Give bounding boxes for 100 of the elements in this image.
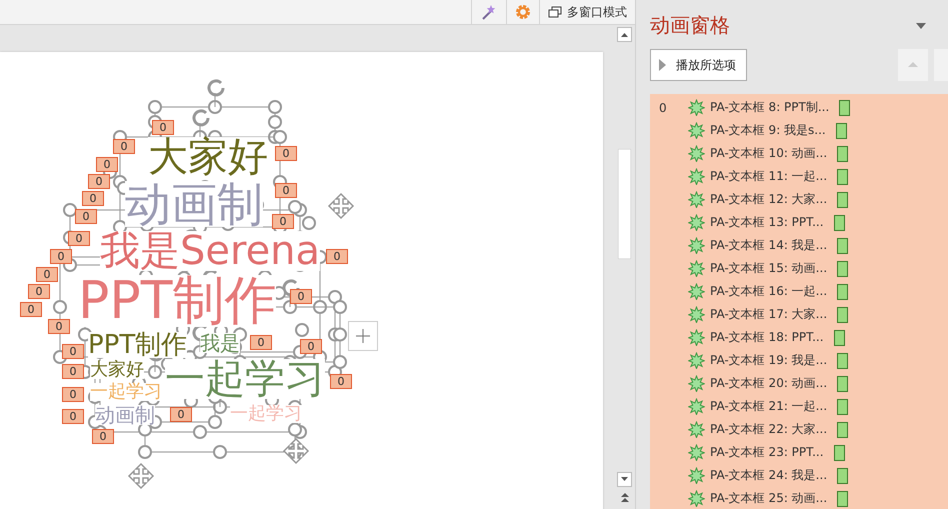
animation-list-item[interactable]: PA-文本框 20: 动画... xyxy=(650,372,948,395)
animation-label: PA-文本框 10: 动画... xyxy=(710,145,828,162)
scroll-down-button[interactable] xyxy=(617,472,632,487)
animation-order-tag[interactable]: 0 xyxy=(62,364,84,379)
play-selected-button[interactable]: 播放所选项 xyxy=(650,49,747,81)
star-burst-icon xyxy=(688,490,705,507)
move-up-button[interactable] xyxy=(898,49,928,81)
animation-label: PA-文本框 24: 我是... xyxy=(710,467,828,484)
star-burst-icon xyxy=(688,145,705,162)
animation-order-tag[interactable]: 0 xyxy=(300,339,322,354)
animation-label: PA-文本框 22: 大家... xyxy=(710,421,828,438)
slide-text: 我是 xyxy=(200,333,240,353)
animation-order-tag[interactable]: 0 xyxy=(36,267,58,282)
animation-list-item[interactable]: PA-文本框 13: PPT... xyxy=(650,211,948,234)
animation-order-tag[interactable]: 0 xyxy=(88,174,110,189)
star-burst-icon xyxy=(688,467,705,484)
star-burst-icon xyxy=(688,214,705,231)
slide-text: PPT制作 xyxy=(88,332,188,358)
animation-list-item[interactable]: PA-文本框 21: 一起... xyxy=(650,395,948,418)
timing-bar xyxy=(837,168,848,184)
animation-label: PA-文本框 8: PPT制... xyxy=(710,99,830,116)
animation-list-item[interactable]: PA-文本框 15: 动画... xyxy=(650,257,948,280)
animation-order-tag[interactable]: 0 xyxy=(152,120,174,135)
star-burst-icon xyxy=(688,306,705,323)
animation-order-tag[interactable]: 0 xyxy=(68,231,90,246)
animation-list-item[interactable]: PA-文本框 24: 我是... xyxy=(650,464,948,487)
star-burst-icon xyxy=(688,398,705,415)
animation-order-tag[interactable]: 0 xyxy=(62,409,84,424)
animation-order-tag[interactable]: 0 xyxy=(275,146,297,161)
animation-order-tag[interactable]: 0 xyxy=(113,139,135,154)
animation-order-tag[interactable]: 0 xyxy=(326,249,348,264)
animation-order-tag[interactable]: 0 xyxy=(75,209,97,224)
slide-text: 大家好 xyxy=(148,137,268,177)
timing-bar xyxy=(837,192,848,208)
animation-list-item[interactable]: PA-文本框 17: 大家... xyxy=(650,303,948,326)
animation-order-tag[interactable]: 0 xyxy=(62,387,84,402)
animation-list-item[interactable]: PA-文本框 12: 大家... xyxy=(650,188,948,211)
animation-order-tag[interactable]: 0 xyxy=(20,302,42,317)
animation-list-item[interactable]: PA-文本框 18: PPT... xyxy=(650,326,948,349)
scrollbar-thumb[interactable] xyxy=(618,149,631,259)
slide-text: 一起学习 xyxy=(230,405,302,423)
timing-bar xyxy=(834,214,845,230)
slide-text: 一起学习 xyxy=(165,359,325,399)
animation-label: PA-文本框 14: 我是... xyxy=(710,237,828,254)
animation-label: PA-文本框 21: 一起... xyxy=(710,398,828,415)
timing-bar xyxy=(837,284,848,300)
animation-order-tag[interactable]: 0 xyxy=(48,319,70,334)
timing-bar xyxy=(834,444,845,460)
animation-list-item[interactable]: PA-文本框 19: 我是... xyxy=(650,349,948,372)
animation-label: PA-文本框 13: PPT... xyxy=(710,214,824,231)
previous-slide-icon[interactable] xyxy=(620,491,630,503)
timing-bar xyxy=(837,422,848,438)
timing-bar xyxy=(837,398,848,414)
animation-label: PA-文本框 18: PPT... xyxy=(710,329,824,346)
animation-order-tag[interactable]: 0 xyxy=(290,289,312,304)
animation-list-item[interactable]: PA-文本框 10: 动画... xyxy=(650,142,948,165)
timing-bar xyxy=(837,352,848,368)
star-burst-icon xyxy=(688,191,705,208)
animation-order-tag[interactable]: 0 xyxy=(50,249,72,264)
animation-order-tag[interactable]: 0 xyxy=(275,183,297,198)
animation-list-item[interactable]: PA-文本框 16: 一起... xyxy=(650,280,948,303)
animation-order-tag[interactable]: 0 xyxy=(96,157,118,172)
animation-order-tag[interactable]: 0 xyxy=(250,335,272,350)
timing-bar xyxy=(839,100,850,116)
play-icon xyxy=(659,59,666,71)
animation-order-tag[interactable]: 0 xyxy=(82,191,104,206)
animation-order-tag[interactable]: 0 xyxy=(28,284,50,299)
timing-bar xyxy=(837,238,848,254)
animation-list-item[interactable]: PA-文本框 25: 动画... xyxy=(650,487,948,509)
star-burst-icon xyxy=(688,421,705,438)
slide-text: 大家好 xyxy=(90,361,144,379)
multi-window-button[interactable]: 多窗口模式 xyxy=(539,0,635,24)
animation-list-item[interactable]: PA-文本框 9: 我是s... xyxy=(650,119,948,142)
star-burst-icon xyxy=(688,122,705,139)
star-burst-icon xyxy=(688,168,705,185)
animation-order-tag[interactable]: 0 xyxy=(272,214,294,229)
animation-order-tag[interactable]: 0 xyxy=(330,374,352,389)
timing-bar xyxy=(837,376,848,392)
animation-list-item[interactable]: 0 PA-文本框 8: PPT制... xyxy=(650,96,948,119)
star-burst-icon xyxy=(688,329,705,346)
animation-label: PA-文本框 16: 一起... xyxy=(710,283,828,300)
gear-icon xyxy=(515,4,531,20)
animation-label: PA-文本框 23: PPT... xyxy=(710,444,824,461)
animation-order-tag[interactable]: 0 xyxy=(170,407,192,422)
dropdown-caret-icon[interactable] xyxy=(916,22,926,28)
animation-list-item[interactable]: PA-文本框 11: 一起... xyxy=(650,165,948,188)
star-burst-icon xyxy=(688,352,705,369)
animation-list-item[interactable]: PA-文本框 23: PPT... xyxy=(650,441,948,464)
slide-text: 一起学习 xyxy=(90,383,162,401)
pane-title: 动画窗格 xyxy=(650,12,730,39)
animation-label: PA-文本框 19: 我是... xyxy=(710,352,828,369)
timing-bar xyxy=(837,260,848,276)
animation-list-item[interactable]: PA-文本框 22: 大家... xyxy=(650,418,948,441)
scroll-up-button[interactable] xyxy=(617,27,632,42)
animation-label: PA-文本框 9: 我是s... xyxy=(710,122,826,139)
timing-bar xyxy=(837,468,848,484)
animation-order-tag[interactable]: 0 xyxy=(62,344,84,359)
windows-icon xyxy=(548,6,562,18)
animation-list-item[interactable]: PA-文本框 14: 我是... xyxy=(650,234,948,257)
animation-order-tag[interactable]: 0 xyxy=(92,429,114,444)
